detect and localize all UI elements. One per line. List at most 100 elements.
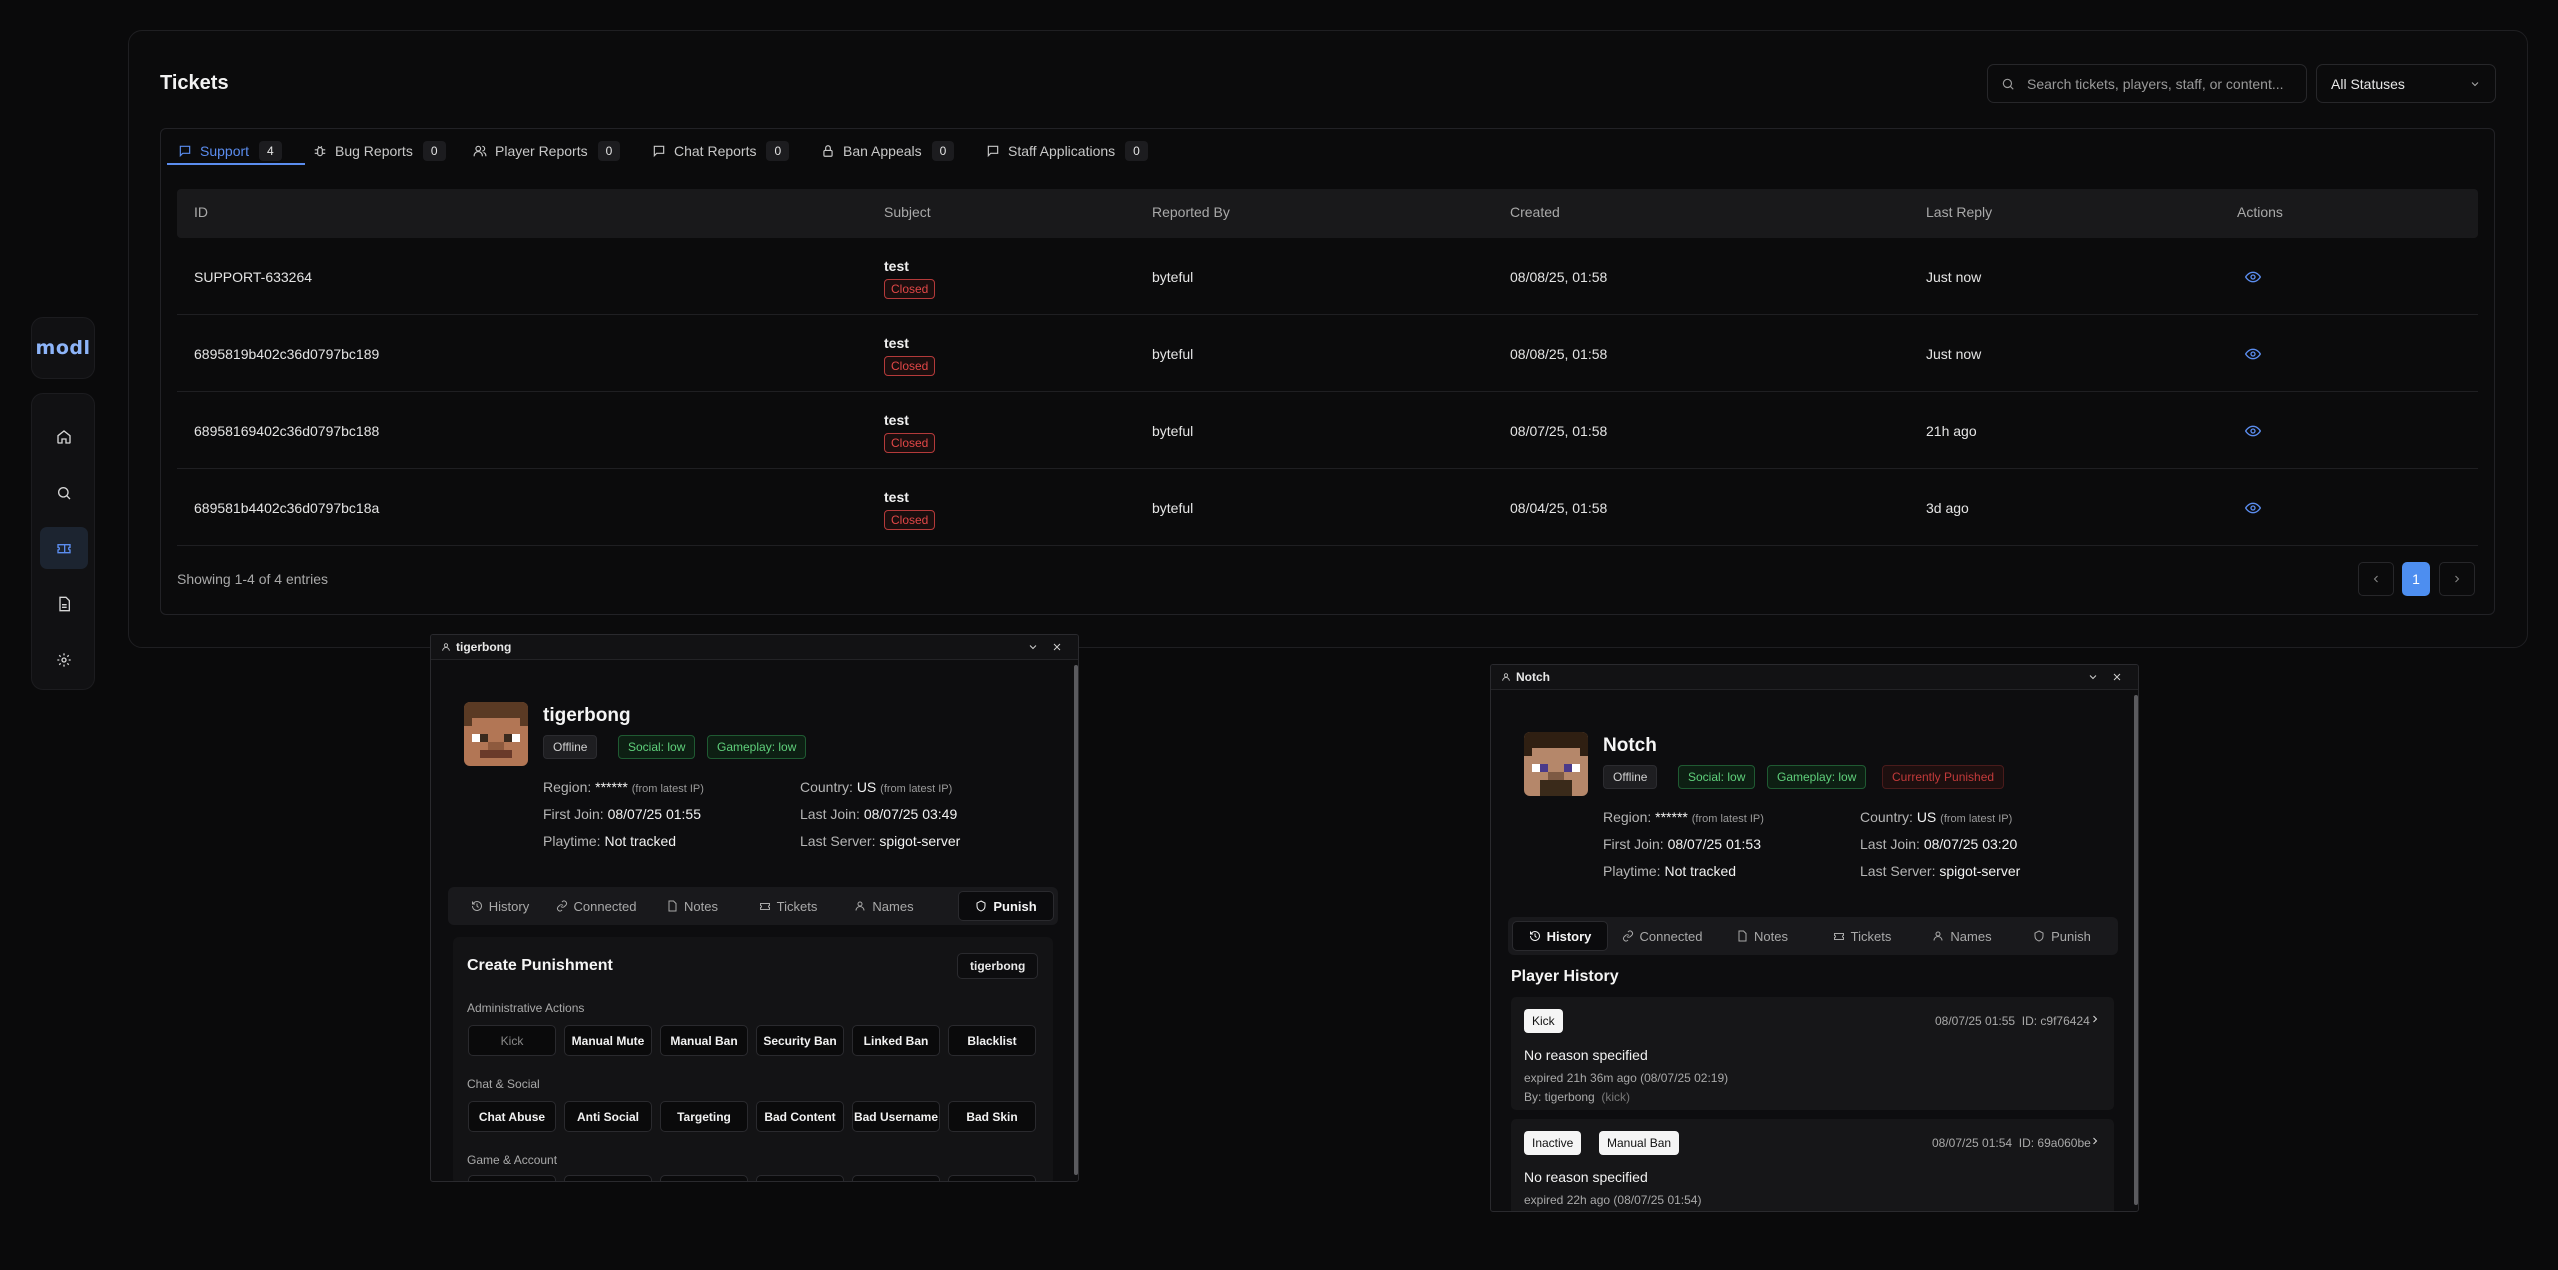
entry-reason: No reason specified [1524, 1169, 1648, 1185]
punish-blacklist-button[interactable]: Blacklist [948, 1025, 1036, 1056]
punish-chat-abuse-button[interactable]: Chat Abuse [468, 1101, 556, 1132]
sidebar-item-documents[interactable] [40, 583, 88, 625]
gameplay-badge: Gameplay: low [707, 735, 807, 759]
punish-security-ban-button[interactable]: Security Ban [756, 1025, 844, 1056]
chevron-right-icon[interactable] [2089, 1135, 2101, 1147]
view-eye-icon[interactable] [2245, 346, 2261, 362]
view-eye-icon[interactable] [2245, 423, 2261, 439]
punish-game-button[interactable] [948, 1175, 1036, 1181]
status-badge: Closed [884, 433, 936, 453]
tab-label: Staff Applications [1008, 143, 1116, 159]
window-titlebar[interactable]: tigerbong [431, 635, 1078, 660]
next-page-button[interactable] [2439, 562, 2475, 596]
social-badge: Social: low [1678, 765, 1756, 789]
page-button[interactable]: 1 [2402, 562, 2430, 596]
entry-meta: 08/07/25 01:55 ID: c9f76424 [1935, 1014, 2090, 1028]
player-window-notch[interactable]: Notch Notch Offline Social: low Gameplay… [1490, 664, 2139, 1212]
users-icon [473, 145, 487, 157]
region-info: Region: ****** (from latest IP) [543, 779, 704, 795]
tab-bug-reports[interactable]: Bug Reports 0 [313, 137, 446, 165]
tab-tickets[interactable]: Tickets [740, 891, 836, 921]
close-icon[interactable] [1051, 641, 1063, 653]
history-icon [1529, 931, 1540, 941]
history-entry[interactable]: Kick 08/07/25 01:55 ID: c9f76424 No reas… [1511, 997, 2114, 1110]
entry-reason: No reason specified [1524, 1047, 1648, 1063]
category-label: Game & Account [467, 1153, 558, 1167]
message-icon [179, 145, 191, 158]
punish-game-button[interactable] [852, 1175, 940, 1181]
prev-page-button[interactable] [2358, 562, 2394, 596]
tab-ban-appeals[interactable]: Ban Appeals 0 [821, 137, 955, 165]
tab-support[interactable]: Support 4 [178, 137, 282, 165]
message-icon [987, 145, 999, 158]
row-divider [177, 314, 2478, 315]
last-reply: Just now [1926, 346, 1982, 362]
punish-bad-username-button[interactable]: Bad Username [852, 1101, 940, 1132]
pagination-summary: Showing 1-4 of 4 entries [177, 571, 328, 587]
punish-manual-ban-button[interactable]: Manual Ban [660, 1025, 748, 1056]
punish-linked-ban-button[interactable]: Linked Ban [852, 1025, 940, 1056]
tab-player-reports[interactable]: Player Reports 0 [473, 137, 621, 165]
tab-staff-applications[interactable]: Staff Applications 0 [986, 137, 1148, 165]
tab-history[interactable]: History [452, 891, 548, 921]
app-logo[interactable]: modl [31, 317, 95, 379]
punish-game-button[interactable] [660, 1175, 748, 1181]
ticket-subject: test [884, 412, 909, 428]
tab-count: 0 [422, 141, 446, 161]
tab-count: 0 [1125, 141, 1148, 161]
sidebar-item-tickets[interactable] [40, 527, 88, 569]
player-name: tigerbong [543, 705, 631, 726]
punish-anti-social-button[interactable]: Anti Social [564, 1101, 652, 1132]
tab-chat-reports[interactable]: Chat Reports 0 [652, 137, 790, 165]
sidebar-item-home[interactable] [40, 416, 88, 458]
status-badge: Closed [884, 279, 936, 299]
column-header-created: Created [1510, 204, 1560, 220]
ticket-id: 689581b4402c36d0797bc18a [194, 500, 380, 516]
note-icon [668, 900, 677, 912]
link-icon [556, 900, 567, 912]
player-window-tigerbong[interactable]: tigerbong tigerbong Offline Social: low … [430, 634, 1079, 1182]
sidebar-item-search[interactable] [40, 472, 88, 514]
minimize-chevron-icon[interactable] [1027, 641, 1039, 653]
punish-bad-skin-button[interactable]: Bad Skin [948, 1101, 1036, 1132]
tab-history[interactable]: History [1512, 921, 1608, 951]
punish-manual-mute-button[interactable]: Manual Mute [564, 1025, 652, 1056]
scrollbar[interactable] [2134, 695, 2138, 1205]
tab-punish[interactable]: Punish [2014, 921, 2110, 951]
punish-bad-content-button[interactable]: Bad Content [756, 1101, 844, 1132]
sidebar-item-settings[interactable] [40, 639, 88, 681]
punish-game-button[interactable] [564, 1175, 652, 1181]
punish-kick-button[interactable]: Kick [468, 1025, 556, 1056]
tab-connected[interactable]: Connected [1614, 921, 1710, 951]
ticket-id: SUPPORT-633264 [194, 269, 313, 285]
punish-targeting-button[interactable]: Targeting [660, 1101, 748, 1132]
minimize-chevron-icon[interactable] [2087, 671, 2099, 683]
tab-connected[interactable]: Connected [548, 891, 644, 921]
view-eye-icon[interactable] [2245, 269, 2261, 285]
tab-tickets[interactable]: Tickets [1814, 921, 1910, 951]
search-input[interactable]: Search tickets, players, staff, or conte… [1987, 64, 2307, 103]
tab-punish[interactable]: Punish [958, 891, 1054, 921]
gear-icon [57, 653, 71, 667]
tab-notes[interactable]: Notes [1714, 921, 1810, 951]
shield-icon [976, 900, 986, 912]
status-badge: Offline [543, 735, 598, 759]
chevron-left-icon [2373, 575, 2378, 583]
scrollbar[interactable] [1074, 665, 1078, 1175]
tab-names[interactable]: Names [1914, 921, 2010, 951]
entry-expired: expired 22h ago (08/07/25 01:54) [1524, 1193, 1702, 1207]
first-join-info: First Join: 08/07/25 01:55 [543, 806, 701, 822]
punish-game-button[interactable] [756, 1175, 844, 1181]
window-titlebar[interactable]: Notch [1491, 665, 2138, 690]
chevron-right-icon[interactable] [2089, 1013, 2101, 1025]
created-date: 08/08/25, 01:58 [1510, 346, 1608, 362]
view-eye-icon[interactable] [2245, 500, 2261, 516]
section-title: Player History [1511, 968, 1619, 985]
tab-notes[interactable]: Notes [644, 891, 740, 921]
category-label: Chat & Social [467, 1077, 540, 1091]
history-entry[interactable]: Inactive Manual Ban 08/07/25 01:54 ID: 6… [1511, 1119, 2114, 1211]
tab-names[interactable]: Names [836, 891, 932, 921]
punish-game-button[interactable] [468, 1175, 556, 1181]
close-icon[interactable] [2111, 671, 2123, 683]
status-filter-select[interactable]: All Statuses [2316, 64, 2496, 103]
